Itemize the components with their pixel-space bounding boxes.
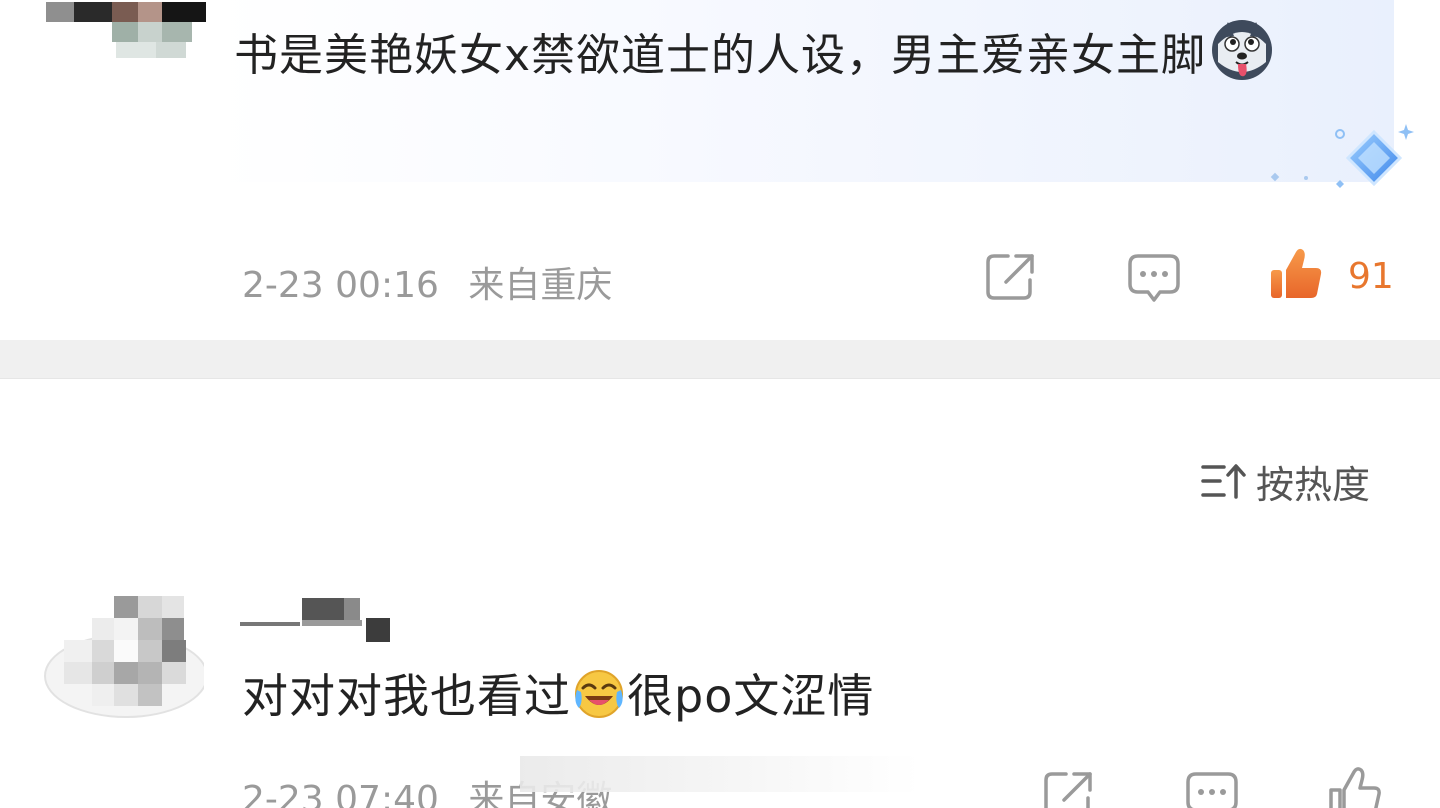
thumbs-up-icon[interactable]	[1268, 246, 1324, 302]
like-count: 91	[1348, 256, 1394, 297]
censor-blur	[520, 756, 920, 792]
comment-page: 书是美艳妖女x禁欲道士的人设，男主爱亲女主脚 2-23 00:16 来自重庆 9…	[0, 0, 1440, 808]
husky-tongue-emoji	[1212, 20, 1273, 80]
diamond-badge-icon	[1335, 124, 1414, 188]
comment-date: 2-23 00:16	[242, 265, 439, 306]
section-separator	[0, 340, 1440, 379]
sort-button[interactable]: 按热度	[1200, 456, 1371, 507]
sort-label: 按热度	[1256, 462, 1371, 507]
comment-text: 对对对我也看过 很po文涩情	[242, 660, 874, 732]
comment-icon[interactable]	[1126, 252, 1182, 304]
laughing-crying-emoji	[575, 670, 623, 718]
sparkle-dot	[1304, 176, 1308, 180]
comment-text: 书是美艳妖女x禁欲道士的人设，男主爱亲女主脚	[234, 14, 1344, 98]
comment-date: 2-23 07:40	[242, 779, 439, 808]
comment-item: 书是美艳妖女x禁欲道士的人设，男主爱亲女主脚 2-23 00:16 来自重庆 9…	[0, 0, 1440, 340]
sort-icon	[1201, 464, 1246, 499]
comment-body-part2: 很po文涩情	[627, 669, 875, 723]
comment-body-part1: 对对对我也看过	[242, 669, 571, 723]
thumbs-up-icon[interactable]	[1326, 764, 1382, 808]
share-icon[interactable]	[1042, 770, 1096, 808]
comment-meta: 2-23 00:16 来自重庆	[242, 256, 630, 308]
comment-location: 来自重庆	[468, 265, 613, 306]
username[interactable]	[240, 598, 400, 644]
share-icon[interactable]	[984, 252, 1038, 302]
avatar[interactable]	[44, 584, 204, 724]
avatar[interactable]	[46, 0, 206, 64]
comment-icon[interactable]	[1184, 770, 1240, 808]
comment-body: 书是美艳妖女x禁欲道士的人设，男主爱亲女主脚	[234, 30, 1207, 81]
